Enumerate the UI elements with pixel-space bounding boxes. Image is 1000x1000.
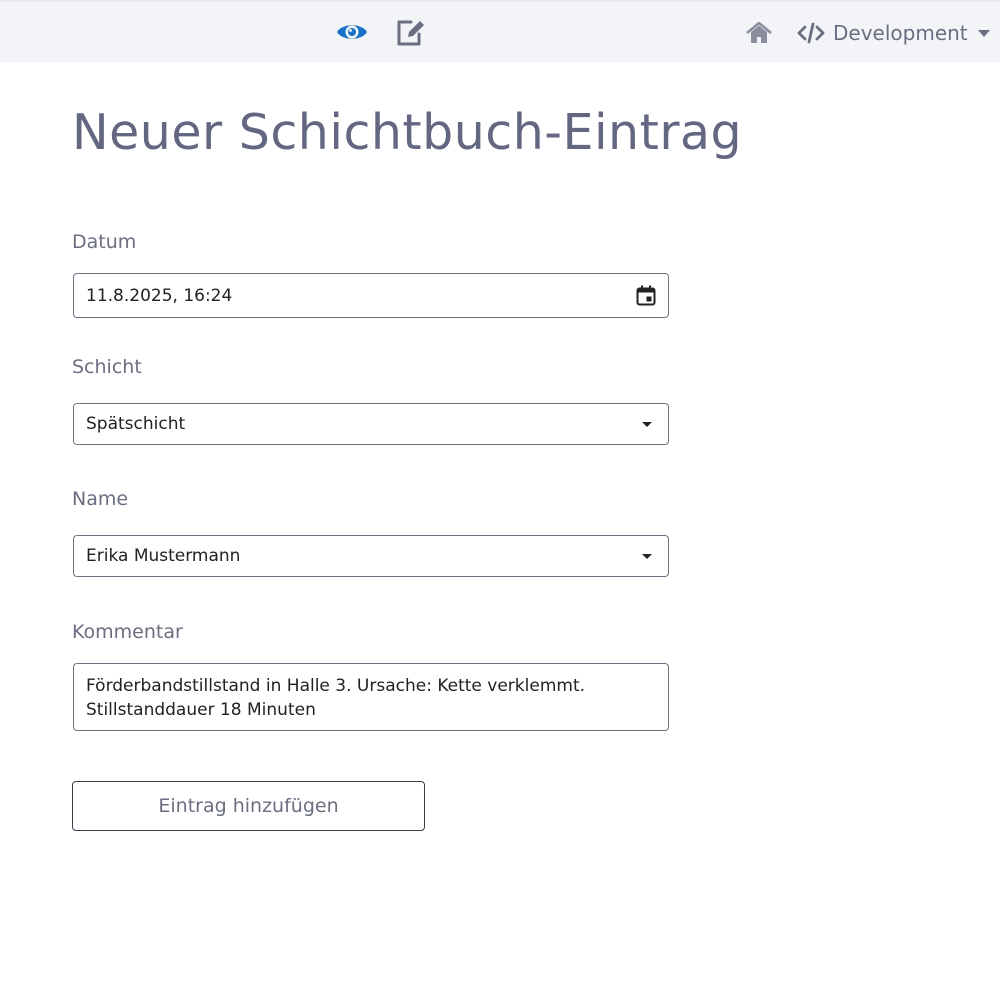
edit-icon <box>397 20 424 46</box>
home-button[interactable] <box>744 18 774 48</box>
edit-button[interactable] <box>393 14 429 50</box>
calendar-icon[interactable] <box>636 285 656 306</box>
caret-down-icon <box>642 553 652 559</box>
environment-label: Development <box>833 21 968 45</box>
comment-text: Förderbandstillstand in Halle 3. Ursache… <box>86 676 586 720</box>
shift-selected-value: Spätschicht <box>86 414 186 434</box>
chevron-down-icon <box>977 29 990 37</box>
name-label: Name <box>72 488 129 510</box>
environment-dropdown[interactable]: Development <box>797 16 990 50</box>
top-navbar: Development <box>0 0 1000 62</box>
view-button[interactable] <box>334 14 370 50</box>
eye-icon <box>337 25 367 39</box>
name-selected-value: Erika Mustermann <box>86 546 241 566</box>
comment-textarea[interactable]: Förderbandstillstand in Halle 3. Ursache… <box>73 663 669 731</box>
date-label: Datum <box>72 231 137 253</box>
code-icon <box>797 22 825 44</box>
caret-down-icon <box>642 421 652 427</box>
date-input[interactable]: 11.8.2025, 16:24 <box>73 273 669 318</box>
shift-label: Schicht <box>72 356 142 378</box>
date-value: 11.8.2025, 16:24 <box>86 285 233 306</box>
add-entry-button-label: Eintrag hinzufügen <box>158 795 339 817</box>
page-title: Neuer Schichtbuch-Eintrag <box>72 104 743 161</box>
home-icon <box>746 22 772 43</box>
add-entry-button[interactable]: Eintrag hinzufügen <box>72 781 425 831</box>
name-select[interactable]: Erika Mustermann <box>73 535 669 577</box>
shift-select[interactable]: Spätschicht <box>73 403 669 445</box>
comment-label: Kommentar <box>72 621 183 643</box>
